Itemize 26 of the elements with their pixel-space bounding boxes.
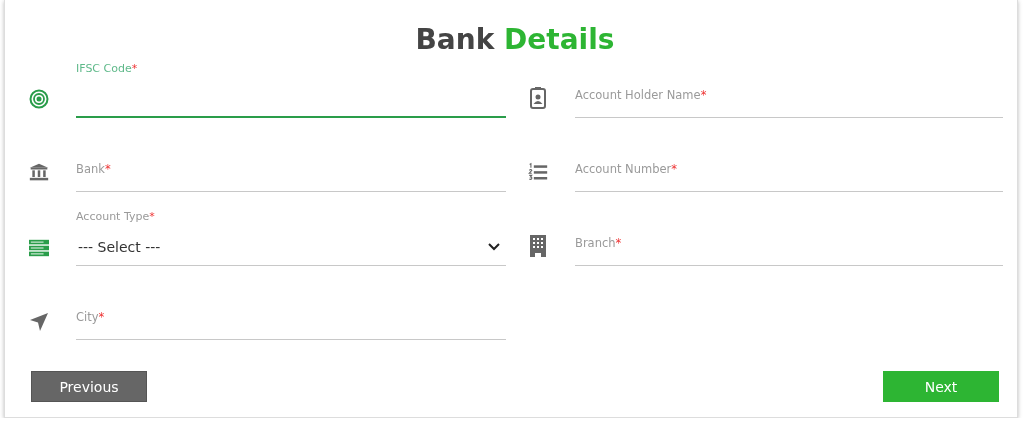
field-label: IFSC Code* [76, 62, 138, 75]
numbered-list-icon [528, 161, 548, 183]
input-field[interactable]: Branch* [575, 206, 1003, 266]
select-value: --- Select --- [78, 239, 161, 255]
field-label: Account Type* [76, 210, 155, 223]
input-field[interactable]: IFSC Code* [76, 58, 506, 118]
chevron-down-icon [488, 243, 500, 251]
next-button[interactable]: Next [883, 371, 999, 402]
input-field[interactable]: Bank* [76, 132, 506, 192]
building-icon [530, 235, 546, 257]
field-label: Account Holder Name* [575, 88, 707, 102]
field-label: City* [76, 310, 105, 324]
previous-button[interactable]: Previous [31, 371, 147, 402]
input-field[interactable]: Account Number* [575, 132, 1003, 192]
field-label: Account Number* [575, 162, 678, 176]
bank-icon [29, 161, 49, 183]
server-icon [29, 239, 49, 257]
id-badge-icon [530, 87, 546, 109]
select-field[interactable]: Account Type* --- Select --- [76, 206, 506, 266]
page-title: Bank Details [414, 22, 616, 58]
input-field[interactable]: Account Holder Name* [575, 58, 1003, 118]
field-label: Branch* [575, 236, 622, 250]
navigation-arrow-icon [30, 313, 48, 331]
input-field[interactable]: City* [76, 280, 506, 340]
field-label: Bank* [76, 162, 111, 176]
target-icon [29, 89, 49, 109]
